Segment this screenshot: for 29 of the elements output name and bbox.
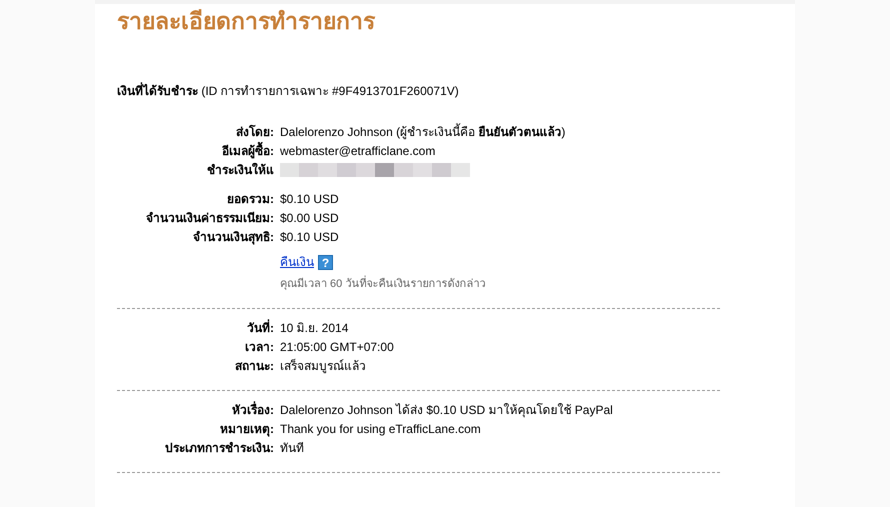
- transaction-id: (ID การทำรายการเฉพาะ #9F4913701F260071V): [201, 84, 459, 98]
- section-heading: เงินที่ได้รับชำระ: [117, 84, 198, 98]
- field-value: Dalelorenzo Johnson ได้ส่ง $0.10 USD มาให้คุณโดยใช้ PayPal: [280, 402, 613, 417]
- field-label: เวลา:: [245, 340, 274, 354]
- field-value: ทันที: [280, 440, 304, 455]
- field-label: จำนวนเงินสุทธิ:: [193, 230, 274, 244]
- field-value: webmaster@etrafficlane.com: [280, 144, 436, 158]
- field-value: $0.00 USD: [280, 210, 339, 225]
- refund-link[interactable]: คืนเงิน: [280, 254, 314, 269]
- field-label: อีเมลผู้ซื้อ:: [222, 144, 274, 158]
- field-label: จำนวนเงินค่าธรรมเนียม:: [146, 210, 274, 225]
- refund-note: คุณมีเวลา 60 วันที่จะคืนเงินรายการดังกล่าว: [280, 278, 486, 292]
- field-label: สถานะ:: [235, 358, 274, 373]
- field-value: 10 มิ.ย. 2014: [280, 320, 348, 335]
- field-label: ชำระเงินให้แ: [207, 162, 274, 177]
- field-value: $0.10 USD: [280, 230, 339, 244]
- field-label: ประเภทการชำระเงิน:: [165, 440, 274, 455]
- help-icon: ?: [318, 254, 333, 270]
- field-label: วันที่:: [247, 320, 274, 335]
- field-value: Dalelorenzo Johnson (ผู้ชำระเงินนี้คือ ยืนยันตัวตนแล้ว): [280, 124, 566, 139]
- field-label: หัวเรื่อง:: [232, 402, 274, 417]
- page-title: รายละเอียดการทำรายการ: [117, 8, 376, 36]
- field-value: เสร็จสมบูรณ์แล้ว: [280, 358, 366, 373]
- field-value: Thank you for using eTrafficLane.com: [280, 422, 481, 436]
- field-label: ยอดรวม:: [227, 192, 274, 206]
- field-label: หมายเหตุ:: [220, 422, 274, 436]
- field-value: $0.10 USD: [280, 192, 339, 206]
- field-label: ส่งโดย:: [236, 124, 274, 139]
- field-value: 21:05:00 GMT+07:00: [280, 340, 394, 354]
